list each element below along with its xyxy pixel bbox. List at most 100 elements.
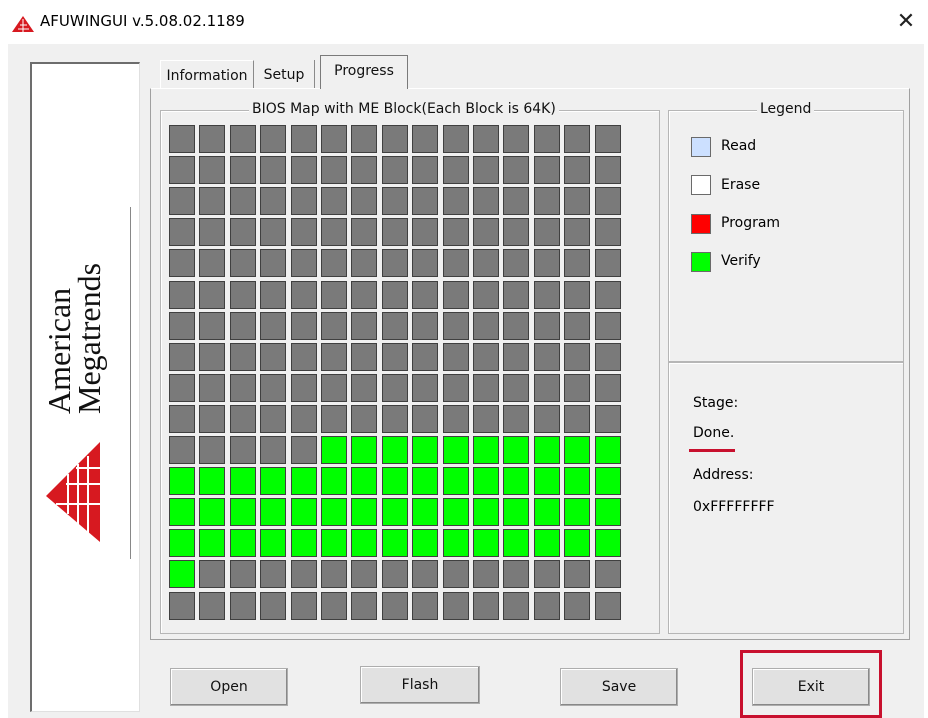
american-megatrends-logo: American Megatrends <box>41 263 107 542</box>
bios-block <box>412 312 438 340</box>
close-icon[interactable]: ✕ <box>886 6 926 38</box>
bios-block <box>412 281 438 309</box>
bios-block <box>291 560 317 588</box>
open-button[interactable]: Open <box>170 668 288 706</box>
bios-block <box>595 467 621 495</box>
bios-block <box>564 343 590 371</box>
bios-block <box>412 498 438 526</box>
bios-block <box>260 218 286 246</box>
bios-block <box>321 249 347 277</box>
bios-block <box>412 218 438 246</box>
bios-block <box>595 218 621 246</box>
bios-block <box>199 405 225 433</box>
bios-block <box>382 467 408 495</box>
stage-value: Done. <box>693 425 735 441</box>
status-group: Stage: Done. Address: 0xFFFFFFFF <box>668 362 904 634</box>
bios-block <box>351 281 377 309</box>
bios-block <box>443 125 469 153</box>
bios-block <box>534 436 560 464</box>
bios-block <box>503 436 529 464</box>
bios-block <box>382 218 408 246</box>
bios-block <box>321 343 347 371</box>
save-button[interactable]: Save <box>560 668 678 706</box>
bios-block <box>199 281 225 309</box>
bios-block <box>321 156 347 184</box>
bios-block <box>412 405 438 433</box>
bios-block <box>503 529 529 557</box>
bios-block <box>291 529 317 557</box>
bios-block <box>351 498 377 526</box>
bios-block <box>443 187 469 215</box>
bios-block <box>595 436 621 464</box>
bios-block <box>443 498 469 526</box>
bios-block <box>291 281 317 309</box>
bios-block <box>260 529 286 557</box>
tab-information[interactable]: Information <box>160 60 254 89</box>
bios-block <box>321 374 347 402</box>
bios-block <box>351 312 377 340</box>
bios-block <box>230 467 256 495</box>
bios-block <box>503 156 529 184</box>
bios-block <box>443 218 469 246</box>
bios-block <box>199 343 225 371</box>
bios-block <box>351 405 377 433</box>
bios-block <box>443 343 469 371</box>
legend-group: Legend Read Erase Program Verify <box>668 101 904 362</box>
bios-block <box>291 343 317 371</box>
bios-block <box>169 560 195 588</box>
bios-block <box>473 560 499 588</box>
tab-setup[interactable]: Setup <box>254 60 315 88</box>
bios-block <box>382 498 408 526</box>
bios-block <box>564 281 590 309</box>
bios-block <box>230 156 256 184</box>
bios-block <box>169 187 195 215</box>
bios-block <box>291 436 317 464</box>
bios-block <box>260 405 286 433</box>
bios-block <box>595 187 621 215</box>
bios-block <box>351 187 377 215</box>
legend-label-erase: Erase <box>721 177 761 193</box>
bios-block <box>443 467 469 495</box>
bios-block <box>169 249 195 277</box>
legend-swatch-erase <box>691 175 711 195</box>
bios-block <box>534 281 560 309</box>
bios-block <box>199 156 225 184</box>
bios-block <box>443 560 469 588</box>
bios-block <box>503 125 529 153</box>
bios-block <box>260 592 286 620</box>
bios-block <box>595 592 621 620</box>
bios-block <box>382 529 408 557</box>
bios-block <box>595 156 621 184</box>
bios-block <box>199 187 225 215</box>
flash-button[interactable]: Flash <box>360 666 480 704</box>
bios-block <box>199 529 225 557</box>
bios-block <box>412 592 438 620</box>
bios-block <box>169 529 195 557</box>
bios-block <box>412 156 438 184</box>
bios-block <box>230 312 256 340</box>
bios-block <box>230 281 256 309</box>
bios-block <box>382 281 408 309</box>
bios-block <box>503 498 529 526</box>
bios-block <box>199 467 225 495</box>
bios-block <box>534 467 560 495</box>
tab-progress[interactable]: Progress <box>320 55 408 89</box>
bios-block <box>321 312 347 340</box>
bios-block <box>321 125 347 153</box>
bios-block <box>291 405 317 433</box>
bios-block <box>443 312 469 340</box>
title-bar[interactable]: AFUWINGUI v.5.08.02.1189 ✕ <box>0 0 928 44</box>
bios-block <box>321 592 347 620</box>
bios-block <box>260 374 286 402</box>
bios-block <box>473 125 499 153</box>
bios-block <box>321 218 347 246</box>
bios-block <box>443 281 469 309</box>
bios-block <box>595 125 621 153</box>
bios-block <box>503 343 529 371</box>
bios-block <box>199 560 225 588</box>
bios-block <box>595 405 621 433</box>
bios-block <box>473 405 499 433</box>
bios-block <box>291 312 317 340</box>
bios-block <box>412 249 438 277</box>
bios-block <box>321 498 347 526</box>
